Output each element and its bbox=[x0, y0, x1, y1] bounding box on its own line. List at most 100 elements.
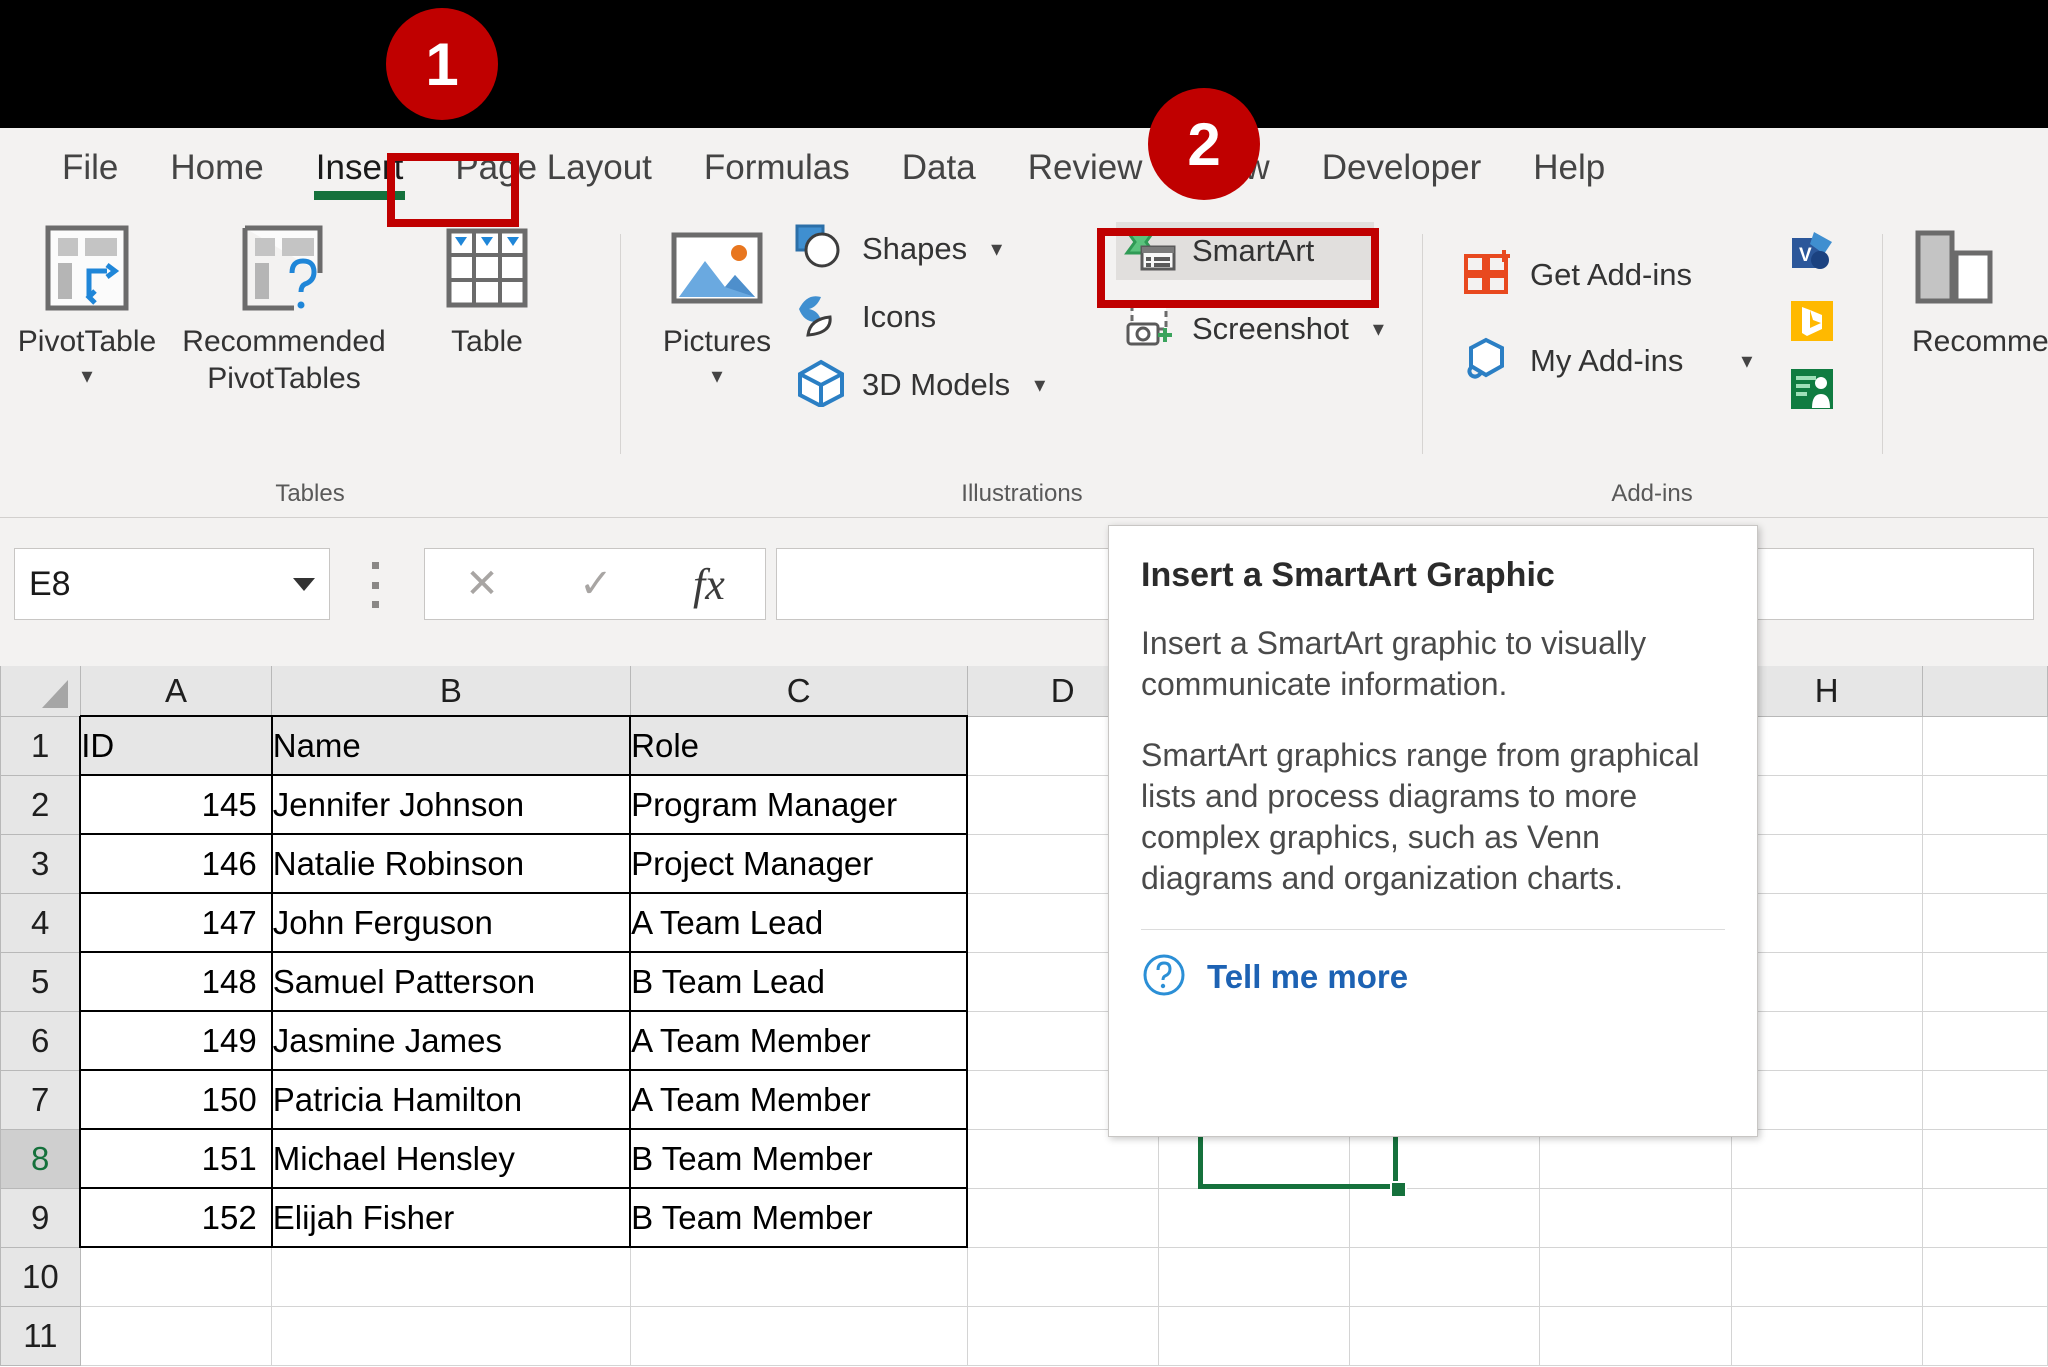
cell-i1[interactable] bbox=[1921, 715, 2048, 776]
cell-a4[interactable]: 147 bbox=[79, 892, 273, 953]
cell-i5[interactable] bbox=[1921, 951, 2048, 1012]
cell-c10[interactable] bbox=[629, 1246, 968, 1307]
row-header-10[interactable]: 10 bbox=[0, 1246, 81, 1307]
cell-c7[interactable]: A Team Member bbox=[629, 1069, 969, 1130]
cell-d8[interactable] bbox=[966, 1128, 1159, 1189]
cell-a3[interactable]: 146 bbox=[79, 833, 273, 894]
cell-a9[interactable]: 152 bbox=[79, 1187, 273, 1248]
cell-g11[interactable] bbox=[1539, 1305, 1732, 1366]
name-box-dropdown-icon[interactable] bbox=[293, 577, 315, 591]
cell-b5[interactable]: Samuel Patterson bbox=[270, 951, 632, 1012]
cell-i11[interactable] bbox=[1921, 1305, 2048, 1366]
recommended-pivottables-button[interactable]: Recommended PivotTables bbox=[170, 220, 398, 397]
cell-c6[interactable]: A Team Member bbox=[629, 1010, 969, 1071]
tab-formulas[interactable]: Formulas bbox=[678, 140, 876, 196]
screenshot-caret-icon[interactable]: ▾ bbox=[1373, 316, 1384, 342]
select-all-corner[interactable] bbox=[0, 666, 81, 717]
row-header-8[interactable]: 8 bbox=[0, 1128, 81, 1189]
column-header-i[interactable] bbox=[1921, 666, 2048, 717]
name-box[interactable]: E8 bbox=[14, 548, 330, 620]
cell-e8[interactable] bbox=[1157, 1128, 1350, 1189]
cell-a7[interactable]: 150 bbox=[79, 1069, 273, 1130]
enter-icon[interactable]: ✓ bbox=[579, 561, 613, 607]
pivottable-caret-icon[interactable]: ▾ bbox=[81, 363, 92, 389]
cancel-icon[interactable]: ✕ bbox=[465, 561, 499, 607]
cell-b11[interactable] bbox=[271, 1305, 631, 1366]
cell-c1[interactable]: Role bbox=[629, 715, 969, 776]
cell-h5[interactable] bbox=[1730, 951, 1923, 1012]
row-header-2[interactable]: 2 bbox=[0, 774, 81, 835]
cell-i8[interactable] bbox=[1921, 1128, 2048, 1189]
column-header-h[interactable]: H bbox=[1730, 666, 1923, 717]
cell-i4[interactable] bbox=[1921, 892, 2048, 953]
bing-addin-button[interactable] bbox=[1788, 298, 1836, 349]
cell-a1[interactable]: ID bbox=[79, 715, 273, 776]
shapes-caret-icon[interactable]: ▾ bbox=[991, 236, 1002, 262]
cell-h1[interactable] bbox=[1730, 715, 1923, 776]
cell-h3[interactable] bbox=[1730, 833, 1923, 894]
cell-d11[interactable] bbox=[966, 1305, 1159, 1366]
people-graph-addin-button[interactable] bbox=[1788, 366, 1836, 417]
cell-a5[interactable]: 148 bbox=[79, 951, 273, 1012]
cell-a10[interactable] bbox=[79, 1246, 273, 1307]
cell-a8[interactable]: 151 bbox=[79, 1128, 273, 1189]
cell-g9[interactable] bbox=[1539, 1187, 1732, 1248]
cell-f11[interactable] bbox=[1348, 1305, 1541, 1366]
cell-c2[interactable]: Program Manager bbox=[629, 774, 969, 835]
column-header-b[interactable]: B bbox=[271, 666, 631, 717]
column-header-c[interactable]: C bbox=[629, 666, 968, 717]
cell-b10[interactable] bbox=[271, 1246, 631, 1307]
row-header-11[interactable]: 11 bbox=[0, 1305, 81, 1366]
cell-g8[interactable] bbox=[1539, 1128, 1732, 1189]
cell-h10[interactable] bbox=[1730, 1246, 1923, 1307]
cell-h2[interactable] bbox=[1730, 774, 1923, 835]
cell-i10[interactable] bbox=[1921, 1246, 2048, 1307]
row-header-9[interactable]: 9 bbox=[0, 1187, 81, 1248]
insert-function-icon[interactable]: fx bbox=[693, 559, 725, 610]
cell-i7[interactable] bbox=[1921, 1069, 2048, 1130]
row-header-3[interactable]: 3 bbox=[0, 833, 81, 894]
selected-cell-fill-handle[interactable] bbox=[1390, 1181, 1407, 1198]
tell-me-more-link[interactable]: Tell me more bbox=[1141, 952, 1725, 1003]
cell-h6[interactable] bbox=[1730, 1010, 1923, 1071]
row-header-4[interactable]: 4 bbox=[0, 892, 81, 953]
get-addins-button[interactable]: Get Add-ins bbox=[1454, 246, 1700, 304]
cell-i6[interactable] bbox=[1921, 1010, 2048, 1071]
shapes-button[interactable]: Shapes ▾ bbox=[786, 220, 1010, 278]
cell-c11[interactable] bbox=[629, 1305, 968, 1366]
cell-c3[interactable]: Project Manager bbox=[629, 833, 969, 894]
cell-h7[interactable] bbox=[1730, 1069, 1923, 1130]
cell-e11[interactable] bbox=[1157, 1305, 1350, 1366]
cell-b1[interactable]: Name bbox=[270, 715, 632, 776]
tab-review[interactable]: Review bbox=[1002, 140, 1169, 196]
tab-developer[interactable]: Developer bbox=[1296, 140, 1508, 196]
cell-i3[interactable] bbox=[1921, 833, 2048, 894]
tab-page-layout[interactable]: Page Layout bbox=[429, 140, 678, 196]
tab-home[interactable]: Home bbox=[144, 140, 289, 196]
tab-data[interactable]: Data bbox=[876, 140, 1002, 196]
screenshot-button[interactable]: Screenshot ▾ bbox=[1116, 300, 1392, 358]
3d-models-button[interactable]: 3D Models ▾ bbox=[786, 356, 1053, 414]
cell-e9[interactable] bbox=[1157, 1187, 1350, 1248]
cell-b2[interactable]: Jennifer Johnson bbox=[270, 774, 632, 835]
recommended-charts-button[interactable]: Recommended Charts bbox=[1912, 220, 2048, 361]
pivottable-button[interactable]: PivotTable ▾ bbox=[12, 220, 162, 389]
cell-h4[interactable] bbox=[1730, 892, 1923, 953]
row-header-1[interactable]: 1 bbox=[0, 715, 81, 776]
my-addins-caret-icon[interactable]: ▾ bbox=[1741, 348, 1752, 374]
cell-b7[interactable]: Patricia Hamilton bbox=[270, 1069, 632, 1130]
cell-c9[interactable]: B Team Member bbox=[629, 1187, 969, 1248]
cell-c8[interactable]: B Team Member bbox=[629, 1128, 969, 1189]
visio-addin-button[interactable]: V bbox=[1788, 230, 1836, 281]
cell-d9[interactable] bbox=[966, 1187, 1159, 1248]
row-header-6[interactable]: 6 bbox=[0, 1010, 81, 1071]
cell-d10[interactable] bbox=[966, 1246, 1159, 1307]
tab-insert[interactable]: Insert bbox=[290, 140, 430, 200]
cell-c5[interactable]: B Team Lead bbox=[629, 951, 969, 1012]
cell-b6[interactable]: Jasmine James bbox=[270, 1010, 632, 1071]
cell-a6[interactable]: 149 bbox=[79, 1010, 273, 1071]
cell-f8[interactable] bbox=[1348, 1128, 1541, 1189]
cell-h9[interactable] bbox=[1730, 1187, 1923, 1248]
pictures-button[interactable]: Pictures ▾ bbox=[642, 220, 792, 389]
cell-b4[interactable]: John Ferguson bbox=[270, 892, 632, 953]
